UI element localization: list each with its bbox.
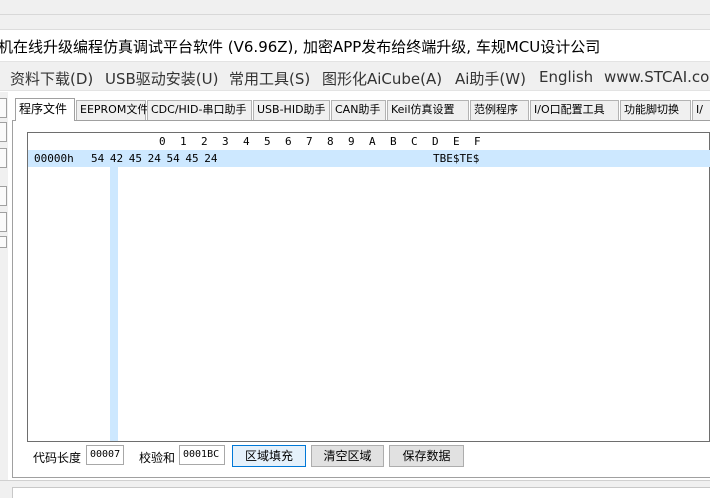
tab-usb-hid[interactable]: USB-HID助手: [253, 100, 330, 120]
hex-data-row[interactable]: 00000h 54 42 45 24 54 45 24 TBE$TE$: [28, 150, 710, 167]
hex-row-address: 00000h: [34, 152, 74, 165]
menu-website[interactable]: www.STCAI.co: [604, 68, 709, 86]
tab-program-file[interactable]: 程序文件: [15, 98, 75, 121]
left-panel-control[interactable]: [0, 212, 7, 232]
status-area: [0, 480, 710, 498]
hex-col-label: 9: [348, 135, 355, 148]
hex-footer: 代码长度 00007 校验和 0001BC 区域填充 清空区域 保存数据: [12, 444, 710, 474]
left-panel-edge: [0, 92, 8, 498]
hex-col-label: 3: [222, 135, 229, 148]
hex-address-column: [110, 167, 118, 441]
tab-examples[interactable]: 范例程序: [470, 100, 529, 120]
tab-bar: 程序文件 EEPROM文件 CDC/HID-串口助手 USB-HID助手 CAN…: [12, 98, 710, 121]
menu-download[interactable]: 资料下载(D): [10, 68, 93, 89]
menu-english[interactable]: English: [539, 68, 593, 86]
hex-row-bytes: 54 42 45 24 54 45 24: [91, 152, 218, 165]
hex-col-label: 4: [243, 135, 250, 148]
left-panel-control[interactable]: [0, 186, 7, 206]
title-bar: 机在线升级编程仿真调试平台软件 (V6.96Z), 加密APP发布给终端升级, …: [0, 30, 710, 60]
menu-bar: 资料下载(D) USB驱动安装(U) 常用工具(S) 图形化AiCube(A) …: [0, 61, 710, 91]
code-length-field: 00007: [86, 445, 124, 465]
hex-col-label: 1: [180, 135, 187, 148]
tab-cdc-hid-serial[interactable]: CDC/HID-串口助手: [147, 100, 252, 120]
tab-can[interactable]: CAN助手: [331, 100, 386, 120]
menu-aicube[interactable]: 图形化AiCube(A): [322, 68, 442, 89]
tab-keil-sim[interactable]: Keil仿真设置: [387, 100, 469, 120]
left-panel-control[interactable]: [0, 148, 7, 168]
hex-col-label: 8: [327, 135, 334, 148]
menu-ai-assistant[interactable]: Ai助手(W): [455, 68, 526, 89]
window-title: 机在线升级编程仿真调试平台软件 (V6.96Z), 加密APP发布给终端升级, …: [0, 38, 601, 56]
hex-col-label: 0: [159, 135, 166, 148]
checksum-field: 0001BC: [179, 445, 225, 465]
clear-area-button[interactable]: 清空区域: [311, 445, 384, 467]
code-length-label: 代码长度: [33, 451, 82, 465]
left-panel-control[interactable]: [0, 98, 7, 118]
hex-col-label: 5: [264, 135, 271, 148]
hex-col-label: D: [432, 135, 439, 148]
fill-area-button[interactable]: 区域填充: [232, 445, 306, 467]
tab-pin-switch[interactable]: 功能脚切换: [620, 100, 691, 120]
hex-col-label: E: [453, 135, 460, 148]
tab-eeprom-file[interactable]: EEPROM文件: [76, 100, 148, 120]
hex-col-label: 7: [306, 135, 313, 148]
menu-tools[interactable]: 常用工具(S): [229, 68, 310, 89]
hex-col-label: 2: [201, 135, 208, 148]
save-data-button[interactable]: 保存数据: [389, 445, 464, 467]
left-panel-control[interactable]: [0, 122, 7, 142]
hex-col-label: 6: [285, 135, 292, 148]
hex-col-label: C: [411, 135, 418, 148]
window-top-strip: [0, 0, 710, 30]
top-divider: [0, 14, 710, 15]
hex-col-label: F: [474, 135, 481, 148]
hex-col-label: A: [369, 135, 376, 148]
hex-row-ascii: TBE$TE$: [433, 152, 480, 165]
menu-usb-driver[interactable]: USB驱动安装(U): [105, 68, 218, 89]
status-panel-edge: [12, 487, 710, 498]
tab-overflow[interactable]: I/: [692, 100, 710, 120]
hex-column-header: 0 1 2 3 4 5 6 7 8 9 A B C D E F: [28, 133, 710, 150]
checksum-label: 校验和: [139, 451, 176, 465]
hex-col-label: B: [390, 135, 397, 148]
left-panel-control[interactable]: [0, 236, 7, 248]
tab-io-config[interactable]: I/O口配置工具: [530, 100, 619, 120]
hex-editor[interactable]: 0 1 2 3 4 5 6 7 8 9 A B C D E F 00000h 5…: [27, 132, 710, 442]
